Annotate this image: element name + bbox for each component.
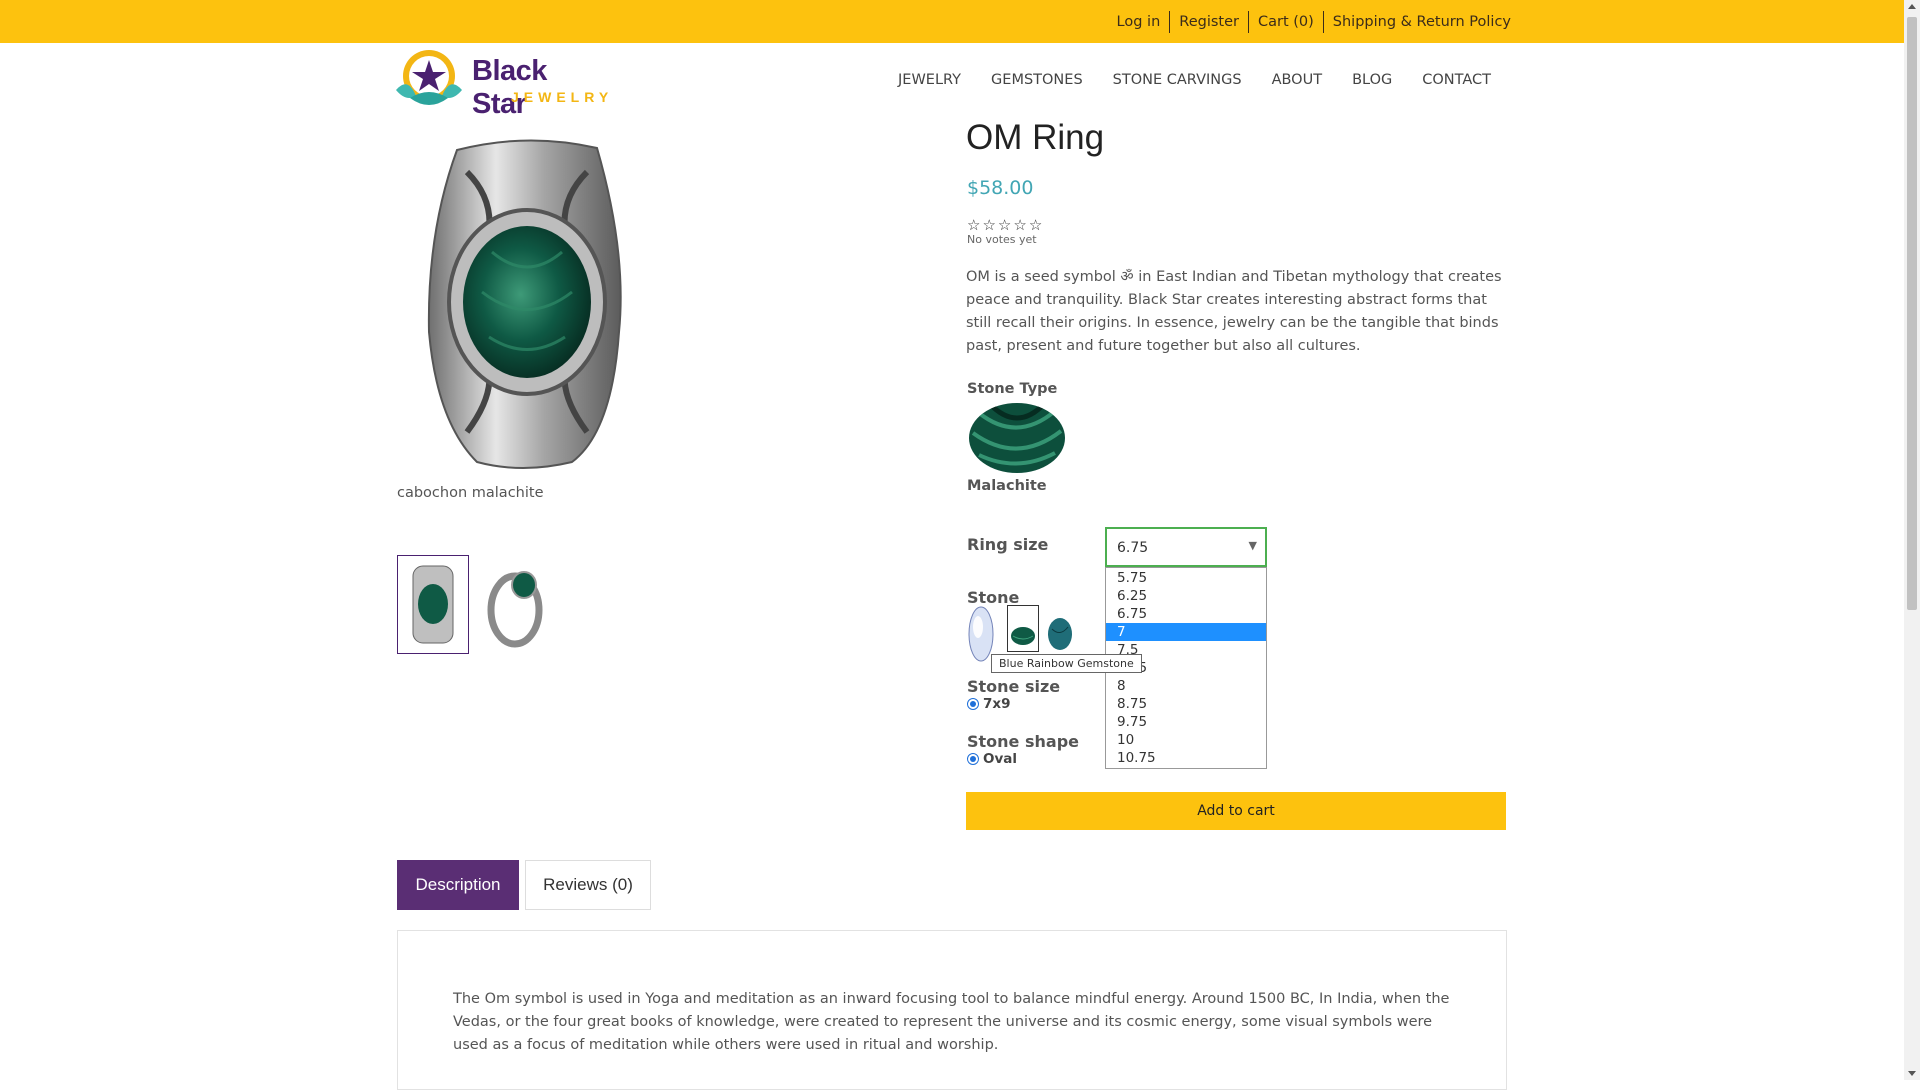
rating-stars[interactable]: ☆ ☆ ☆ ☆ ☆: [967, 216, 1042, 234]
thumbnail-side[interactable]: [480, 555, 550, 652]
radio-selected-icon[interactable]: [967, 753, 979, 765]
logo-subtitle: JEWELRY: [511, 89, 614, 105]
register-link[interactable]: Register: [1170, 10, 1249, 33]
ring-size-option[interactable]: 6.75: [1106, 605, 1266, 623]
ring-size-option-highlighted[interactable]: 7: [1106, 623, 1266, 641]
ring-size-option[interactable]: 8: [1106, 677, 1266, 695]
ring-size-option[interactable]: 10: [1106, 731, 1266, 749]
product-title: OM Ring: [966, 118, 1105, 157]
product-price: $58.00: [967, 177, 1034, 199]
stone-shape-label: Stone shape: [967, 732, 1079, 751]
nav-blog[interactable]: BLOG: [1352, 72, 1392, 88]
cart-link[interactable]: Cart (0): [1249, 10, 1324, 33]
ring-size-option[interactable]: 5.75: [1106, 569, 1266, 587]
ring-size-option[interactable]: 10.75: [1106, 749, 1266, 767]
scroll-down-icon[interactable]: [1908, 1071, 1916, 1076]
login-link[interactable]: Log in: [1108, 10, 1171, 33]
ring-size-selected-value: 6.75: [1117, 540, 1149, 556]
star-outline-icon[interactable]: ☆: [1029, 216, 1042, 234]
tab-description[interactable]: Description: [397, 860, 519, 910]
description-panel-text: The Om symbol is used in Yoga and medita…: [453, 991, 1450, 1053]
ring-size-label: Ring size: [967, 535, 1049, 554]
description-panel: The Om symbol is used in Yoga and medita…: [397, 930, 1507, 1090]
thumbnail-front[interactable]: [397, 555, 469, 654]
scroll-up-icon[interactable]: [1908, 4, 1916, 9]
radio-selected-icon[interactable]: [967, 698, 979, 710]
stone-type-label: Stone Type: [967, 381, 1058, 397]
nav-jewelry[interactable]: JEWELRY: [898, 72, 961, 88]
star-outline-icon[interactable]: ☆: [998, 216, 1011, 234]
stone-shape-option[interactable]: Oval: [983, 751, 1017, 767]
star-outline-icon[interactable]: ☆: [967, 216, 980, 234]
add-to-cart-button[interactable]: Add to cart: [966, 792, 1506, 830]
ring-size-option[interactable]: 9.75: [1106, 713, 1266, 731]
page: Log in Register Cart (0) Shipping & Retu…: [0, 0, 1904, 1090]
star-outline-icon[interactable]: ☆: [982, 216, 995, 234]
site-logo[interactable]: Black Star JEWELRY: [388, 46, 608, 120]
star-outline-icon[interactable]: ☆: [1013, 216, 1026, 234]
tab-reviews[interactable]: Reviews (0): [525, 860, 651, 910]
main-nav: JEWELRY GEMSTONES STONE CARVINGS ABOUT B…: [898, 72, 1491, 88]
logo-lotus-icon: [396, 50, 462, 105]
image-caption: cabochon malachite: [397, 485, 544, 501]
stone-type-swatch-malachite[interactable]: [969, 403, 1065, 473]
stone-swatch-malachite[interactable]: [1007, 605, 1039, 652]
account-links: Log in Register Cart (0) Shipping & Retu…: [1108, 0, 1511, 43]
stone-size-label: Stone size: [967, 677, 1061, 696]
nav-about[interactable]: ABOUT: [1272, 72, 1323, 88]
ring-size-select[interactable]: 6.75 ▼: [1105, 527, 1267, 567]
shipping-policy-link[interactable]: Shipping & Return Policy: [1324, 11, 1511, 33]
top-bar: Log in Register Cart (0) Shipping & Retu…: [0, 0, 1904, 43]
stone-size-option[interactable]: 7x9: [983, 696, 1011, 712]
product-description: OM is a seed symbol ॐ in East Indian and…: [966, 269, 1502, 354]
scrollbar-thumb[interactable]: [1907, 17, 1917, 610]
ring-size-option[interactable]: 8.75: [1106, 695, 1266, 713]
nav-contact[interactable]: CONTACT: [1422, 72, 1491, 88]
logo-title: Black Star: [472, 55, 547, 120]
stone-type-value: Malachite: [967, 478, 1047, 494]
nav-gemstones[interactable]: GEMSTONES: [991, 72, 1083, 88]
stone-tooltip: Blue Rainbow Gemstone: [991, 654, 1142, 673]
main-product-image[interactable]: [397, 132, 657, 472]
ring-size-option[interactable]: 6.25: [1106, 587, 1266, 605]
rating-votes-text: No votes yet: [967, 233, 1037, 246]
nav-stone-carvings[interactable]: STONE CARVINGS: [1113, 72, 1242, 88]
dropdown-arrow-icon: ▼: [1248, 539, 1257, 552]
page-scrollbar[interactable]: [1904, 0, 1920, 1080]
